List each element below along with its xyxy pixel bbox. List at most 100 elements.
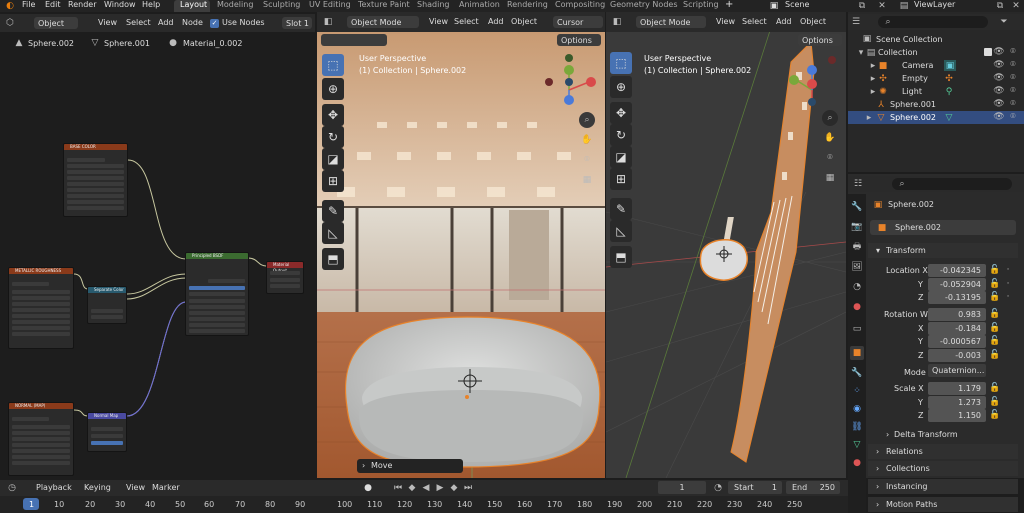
tab-modeling[interactable]: Modeling <box>217 1 253 9</box>
clock-icon[interactable]: ◔ <box>712 482 724 494</box>
pivot-dropdown[interactable]: Cursor <box>553 16 603 28</box>
tab-compositing[interactable]: Compositing <box>555 1 605 9</box>
menu-edit[interactable]: Edit <box>45 1 61 9</box>
tab-rendering[interactable]: Rendering <box>507 1 548 9</box>
prev-keyframe-icon[interactable]: ◆ <box>406 482 418 494</box>
scale-z-field[interactable]: 1.150 <box>928 409 986 422</box>
editor-type-icon[interactable]: ◧ <box>611 16 623 28</box>
base-color-node[interactable]: BASE COLOR <box>63 143 128 217</box>
outliner-search-input[interactable] <box>878 16 988 28</box>
lock-icon[interactable]: 🔓 <box>989 383 1000 393</box>
eye-icon[interactable]: 👁 <box>993 60 1004 70</box>
data-tab-icon[interactable]: ▽ <box>850 438 864 452</box>
properties-type-icon[interactable]: ☷ <box>852 178 864 190</box>
principled-bsdf-node[interactable]: Principled BSDF <box>185 252 249 336</box>
grid-icon[interactable]: ▦ <box>579 172 595 188</box>
scale-y-field[interactable]: 1.273 <box>928 396 986 409</box>
cursor-tool[interactable]: ⊕ <box>610 76 632 98</box>
current-frame-field[interactable]: 1 <box>658 481 706 494</box>
menu-add[interactable]: Add <box>776 18 792 26</box>
menu-object[interactable]: Object <box>800 18 826 26</box>
start-frame-field[interactable]: Start 1 <box>728 481 782 494</box>
mode-dropdown[interactable]: Object Mode <box>347 16 419 28</box>
jump-end-icon[interactable]: ⏭ <box>462 482 474 494</box>
transform-tool[interactable]: ⊞ <box>322 170 344 192</box>
lock-icon[interactable]: 🔓 <box>989 397 1000 407</box>
tab-uv-editing[interactable]: UV Editing <box>309 1 351 9</box>
menu-render[interactable]: Render <box>68 1 96 9</box>
menu-object[interactable]: Object <box>511 18 537 26</box>
delete-icon[interactable]: ✕ <box>876 0 888 12</box>
menu-marker[interactable]: Marker <box>152 484 180 492</box>
camera-restrict-icon[interactable]: ⌾ <box>1008 86 1018 96</box>
outliner-item-sphere-001[interactable]: Sphere.001 <box>890 101 936 109</box>
outliner-type-icon[interactable]: ☰ <box>850 16 862 28</box>
material-tab-icon[interactable]: ● <box>850 456 864 470</box>
expand-icon[interactable]: ▸ <box>868 61 878 71</box>
menu-window[interactable]: Window <box>104 1 136 9</box>
keyframe-icon[interactable]: · <box>1004 279 1012 289</box>
outliner[interactable]: ☰ ⌕ ⏷ ▣ Scene Collection ▾ ▤ Collection … <box>848 12 1024 172</box>
eye-icon[interactable]: 👁 <box>993 86 1004 96</box>
menu-playback[interactable]: Playback <box>36 484 72 492</box>
pan-hand-icon[interactable]: ✋ <box>822 130 838 146</box>
rotation-z-field[interactable]: -0.003 <box>928 349 986 362</box>
view-layer-name[interactable]: ViewLayer <box>914 1 955 9</box>
location-z-field[interactable]: -0.13195 <box>928 291 986 304</box>
camera-restrict-icon[interactable]: ⌾ <box>1008 99 1018 109</box>
menu-view[interactable]: View <box>126 484 145 492</box>
outliner-item-light[interactable]: Light <box>902 88 922 96</box>
play-icon[interactable]: ▶ <box>434 482 446 494</box>
cursor-tool[interactable]: ⊕ <box>322 78 344 100</box>
tab-scripting[interactable]: Scripting <box>683 1 719 9</box>
menu-help[interactable]: Help <box>142 1 160 9</box>
viewport-right[interactable]: ◧ Object Mode View Select Add Object Opt… <box>606 12 846 478</box>
rotate-tool[interactable]: ↻ <box>322 126 344 148</box>
location-x-field[interactable]: -0.042345 <box>928 264 986 277</box>
add-cube-tool[interactable]: ⬒ <box>322 248 344 270</box>
options-dropdown[interactable]: Options <box>557 34 601 46</box>
measure-tool[interactable]: ◺ <box>322 222 344 244</box>
menu-select[interactable]: Select <box>454 18 479 26</box>
add-workspace-button[interactable]: + <box>725 0 733 10</box>
expand-icon[interactable]: ▾ <box>856 48 866 58</box>
render-tab-icon[interactable]: 📷 <box>850 220 864 234</box>
outliner-item-empty[interactable]: Empty <box>902 75 928 83</box>
annotate-tool[interactable]: ✎ <box>322 200 344 222</box>
node-editor[interactable]: ⬡ Object View Select Add Node ✓ Use Node… <box>0 12 315 478</box>
transform-tool[interactable]: ⊞ <box>610 168 632 190</box>
zoom-icon[interactable]: ⌕ <box>822 110 838 126</box>
zoom-icon[interactable]: ⌕ <box>579 112 595 128</box>
menu-add[interactable]: Add <box>488 18 504 26</box>
rotate-tool[interactable]: ↻ <box>610 124 632 146</box>
scale-x-field[interactable]: 1.179 <box>928 382 986 395</box>
location-y-field[interactable]: -0.052904 <box>928 278 986 291</box>
camera-restrict-icon[interactable]: ⌾ <box>1008 47 1018 57</box>
object-tab-icon[interactable]: ■ <box>850 346 864 360</box>
lock-icon[interactable]: 🔓 <box>989 336 1000 346</box>
scene-tab-icon[interactable]: ◔ <box>850 280 864 294</box>
move-tool[interactable]: ✥ <box>322 104 344 126</box>
normal-map-node[interactable]: Normal Map <box>87 412 127 452</box>
play-reverse-icon[interactable]: ◀ <box>420 482 432 494</box>
rotation-w-field[interactable]: 0.983 <box>928 308 986 321</box>
tab-shading[interactable]: Shading <box>417 1 450 9</box>
material-output-node[interactable]: Material Output <box>266 261 304 294</box>
options-dropdown[interactable]: Options <box>798 34 842 46</box>
copy-icon[interactable]: ⧉ <box>994 0 1006 12</box>
lock-icon[interactable]: 🔓 <box>989 410 1000 420</box>
outliner-item-camera[interactable]: Camera <box>902 62 933 70</box>
rotation-x-field[interactable]: -0.184 <box>928 322 986 335</box>
camera-icon[interactable]: ⌾ <box>822 150 838 166</box>
select-box-tool[interactable]: ⬚ <box>610 52 632 74</box>
select-mode-buttons[interactable] <box>321 34 387 46</box>
add-cube-tool[interactable]: ⬒ <box>610 246 632 268</box>
menu-file[interactable]: File <box>22 1 35 9</box>
scale-tool[interactable]: ◪ <box>610 146 632 168</box>
last-operator-panel[interactable]: › Move <box>357 459 463 473</box>
scale-tool[interactable]: ◪ <box>322 148 344 170</box>
particles-tab-icon[interactable]: ⁘ <box>850 384 864 398</box>
eye-icon[interactable]: 👁 <box>993 99 1004 109</box>
constraints-tab-icon[interactable]: ⛓ <box>850 420 864 434</box>
end-frame-field[interactable]: End 250 <box>786 481 840 494</box>
